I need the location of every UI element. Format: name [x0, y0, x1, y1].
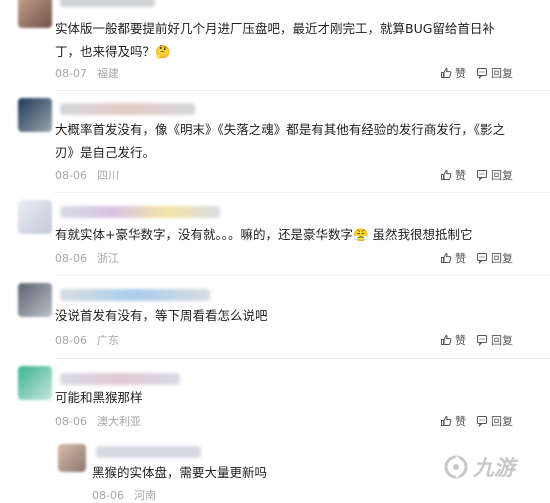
thumbs-up-icon [441, 252, 452, 263]
comment-text: 可能和黑猴那样 [55, 390, 143, 405]
comment-meta: 08-06 浙江 [55, 250, 119, 266]
like-label: 赞 [455, 334, 466, 347]
comment-meta: 08-06 四川 [55, 167, 119, 183]
like-label: 赞 [455, 67, 466, 80]
comment-date: 08-07 [55, 66, 87, 80]
like-button[interactable]: 赞 [440, 413, 466, 429]
comment-meta: 08-07 福建 [55, 65, 119, 81]
comment-bubble-icon [477, 335, 487, 346]
comment-date: 08-06 [55, 333, 87, 347]
comment-location: 广东 [96, 334, 119, 347]
avatar[interactable] [18, 200, 52, 234]
like-label: 赞 [455, 252, 466, 265]
comment-bubble-icon [477, 170, 487, 181]
comment-text: 实体版一般都要提前好几个月进厂压盘吧，最近才刚完工，就算BUG留给首日补丁，也来… [55, 21, 495, 59]
avatar[interactable] [58, 444, 86, 472]
like-label: 赞 [455, 169, 466, 182]
comment-date: 08-06 [55, 414, 87, 428]
divider [55, 90, 550, 91]
comment-bubble-icon [477, 253, 487, 264]
avatar[interactable] [18, 366, 52, 400]
comment-date: 08-06 [55, 251, 87, 265]
comment-bubble-icon [477, 416, 487, 427]
comment-date: 08-06 [55, 168, 87, 182]
thumbs-up-icon [441, 334, 452, 345]
thumbs-up-icon [441, 169, 452, 180]
username-blurred[interactable] [60, 289, 210, 301]
like-button[interactable]: 赞 [440, 65, 466, 81]
reply-meta: 08-06 河南 [92, 487, 156, 503]
comment-actions: 赞 回复 [440, 413, 513, 429]
swirl-logo-icon [444, 455, 468, 479]
avatar[interactable] [18, 98, 52, 132]
comment-actions: 赞 回复 [440, 65, 513, 81]
thumbs-up-icon [441, 415, 452, 426]
like-button[interactable]: 赞 [440, 167, 466, 183]
comment-actions: 赞 回复 [440, 167, 513, 183]
like-button[interactable]: 赞 [440, 250, 466, 266]
comment-text: 大概率首发没有，像《明末》《失落之魂》都是有其他有经验的发行商发行，《影之刃》是… [55, 122, 506, 160]
like-label: 赞 [455, 415, 466, 428]
thinking-emoji: 🤔 [155, 44, 171, 59]
divider [55, 275, 550, 276]
comment-location: 浙江 [96, 252, 119, 265]
avatar[interactable] [18, 283, 52, 317]
reply-label: 回复 [491, 169, 513, 182]
username-blurred[interactable] [96, 446, 201, 458]
divider [55, 358, 550, 359]
reply-button[interactable]: 回复 [476, 167, 513, 183]
reply-button[interactable]: 回复 [476, 250, 513, 266]
reply-location: 河南 [133, 489, 156, 502]
comment-bubble-icon [477, 68, 487, 79]
username-blurred[interactable] [60, 0, 155, 7]
reply-label: 回复 [491, 67, 513, 80]
reply-button[interactable]: 回复 [476, 332, 513, 348]
comment-meta: 08-06 澳大利亚 [55, 413, 141, 429]
comment-meta: 08-06 广东 [55, 332, 119, 348]
comment-location: 澳大利亚 [96, 415, 141, 428]
divider [55, 192, 550, 193]
reply-button[interactable]: 回复 [476, 413, 513, 429]
like-button[interactable]: 赞 [440, 332, 466, 348]
reply-button[interactable]: 回复 [476, 65, 513, 81]
reply-label: 回复 [491, 334, 513, 347]
comment-location: 四川 [96, 169, 119, 182]
username-blurred[interactable] [60, 103, 195, 115]
reply-label: 回复 [491, 415, 513, 428]
comment-location: 福建 [96, 67, 119, 80]
reply-text: 黑猴的实体盘，需要大量更新吗 [92, 465, 268, 480]
watermark: 九游 [443, 452, 515, 482]
comment-text: 没说首发有没有，等下周看看怎么说吧 [55, 308, 268, 323]
username-blurred[interactable] [60, 373, 180, 385]
reply-label: 回复 [491, 252, 513, 265]
watermark-text: 九游 [473, 456, 515, 480]
comment-actions: 赞 回复 [440, 250, 513, 266]
avatar[interactable] [18, 0, 52, 28]
comment-text: 有就实体+豪华数字，没有就。。。嘛的，还是豪华数字😤 虽然我很想抵制它 [55, 227, 473, 242]
comment-actions: 赞 回复 [440, 332, 513, 348]
username-blurred[interactable] [60, 206, 220, 218]
angry-emoji: 😤 [352, 227, 369, 242]
thumbs-up-icon [441, 67, 452, 78]
